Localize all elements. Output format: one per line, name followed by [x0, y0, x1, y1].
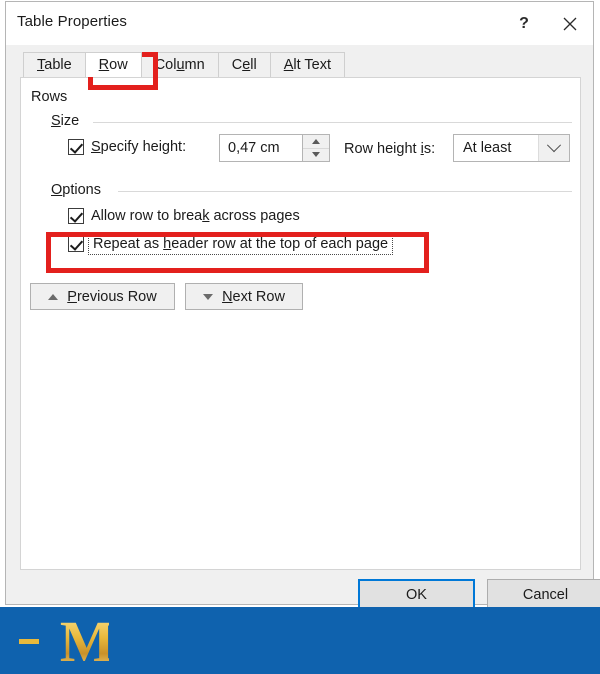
triangle-up-icon: [48, 293, 59, 300]
screenshot-root: Table Properties ? Table Row Column Cell…: [0, 0, 600, 674]
next-row-button[interactable]: Next Row: [185, 283, 303, 310]
size-group-separator: [93, 122, 572, 123]
specify-height-checkbox[interactable]: Specify height:: [68, 139, 186, 155]
row-tab-panel: Rows Size Specify height: 0,47 cm Row he…: [20, 77, 581, 570]
tab-alt-text[interactable]: Alt Text: [269, 52, 345, 77]
allow-row-break-checkbox-box[interactable]: [68, 208, 84, 224]
tab-table[interactable]: Table: [23, 52, 86, 77]
dialog-title-bar: Table Properties ?: [6, 2, 593, 45]
tab-row-label: ow: [109, 57, 128, 73]
row-height-is-value[interactable]: At least: [454, 135, 538, 161]
allow-row-break-label: Allow row to break across pages: [91, 208, 300, 224]
duc-minh-logo: ÐM: [24, 609, 115, 674]
repeat-as-header-row-checkbox[interactable]: Repeat as header row at the top of each …: [68, 233, 394, 255]
row-height-value[interactable]: 0,47 cm: [220, 135, 302, 161]
dialog-tab-strip: Table Row Column Cell Alt Text: [7, 45, 592, 77]
previous-row-label: Previous Row: [67, 288, 157, 305]
options-group-label: Options: [51, 182, 101, 198]
tab-row[interactable]: Row: [84, 52, 142, 77]
cancel-button[interactable]: Cancel: [487, 579, 600, 610]
tab-cell[interactable]: Cell: [217, 52, 271, 77]
tab-table-label: able: [44, 57, 72, 73]
options-group-separator: [118, 191, 572, 192]
site-banner: ÐM ketoanducminh.edu.vn Nâng tầm trí thứ…: [0, 607, 600, 674]
allow-row-break-checkbox[interactable]: Allow row to break across pages: [68, 208, 300, 224]
spinner-down-icon[interactable]: [303, 149, 329, 162]
next-row-label: Next Row: [222, 288, 285, 305]
repeat-as-header-row-checkbox-box[interactable]: [68, 236, 84, 252]
row-height-spinbox[interactable]: 0,47 cm: [219, 134, 330, 162]
ok-button[interactable]: OK: [358, 579, 475, 610]
table-properties-dialog: Table Properties ? Table Row Column Cell…: [5, 1, 600, 610]
size-group-label: Size: [51, 113, 80, 129]
specify-height-label: Specify height:: [91, 139, 187, 155]
dialog-title: Table Properties: [17, 13, 127, 30]
chevron-down-icon[interactable]: [538, 135, 569, 161]
specify-height-checkbox-box[interactable]: [68, 139, 84, 155]
row-height-is-dropdown[interactable]: At least: [453, 134, 570, 162]
previous-row-button[interactable]: Previous Row: [30, 283, 175, 310]
close-icon[interactable]: [547, 2, 593, 45]
row-height-is-label: Row height is:: [344, 141, 436, 157]
row-height-spinner[interactable]: [302, 135, 329, 161]
spinner-up-icon[interactable]: [303, 135, 329, 149]
triangle-down-icon: [203, 293, 214, 300]
repeat-as-header-row-label: Repeat as header row at the top of each …: [87, 233, 394, 255]
tab-column[interactable]: Column: [140, 52, 219, 77]
help-icon[interactable]: ?: [501, 2, 547, 45]
rows-group-label: Rows: [31, 89, 68, 105]
